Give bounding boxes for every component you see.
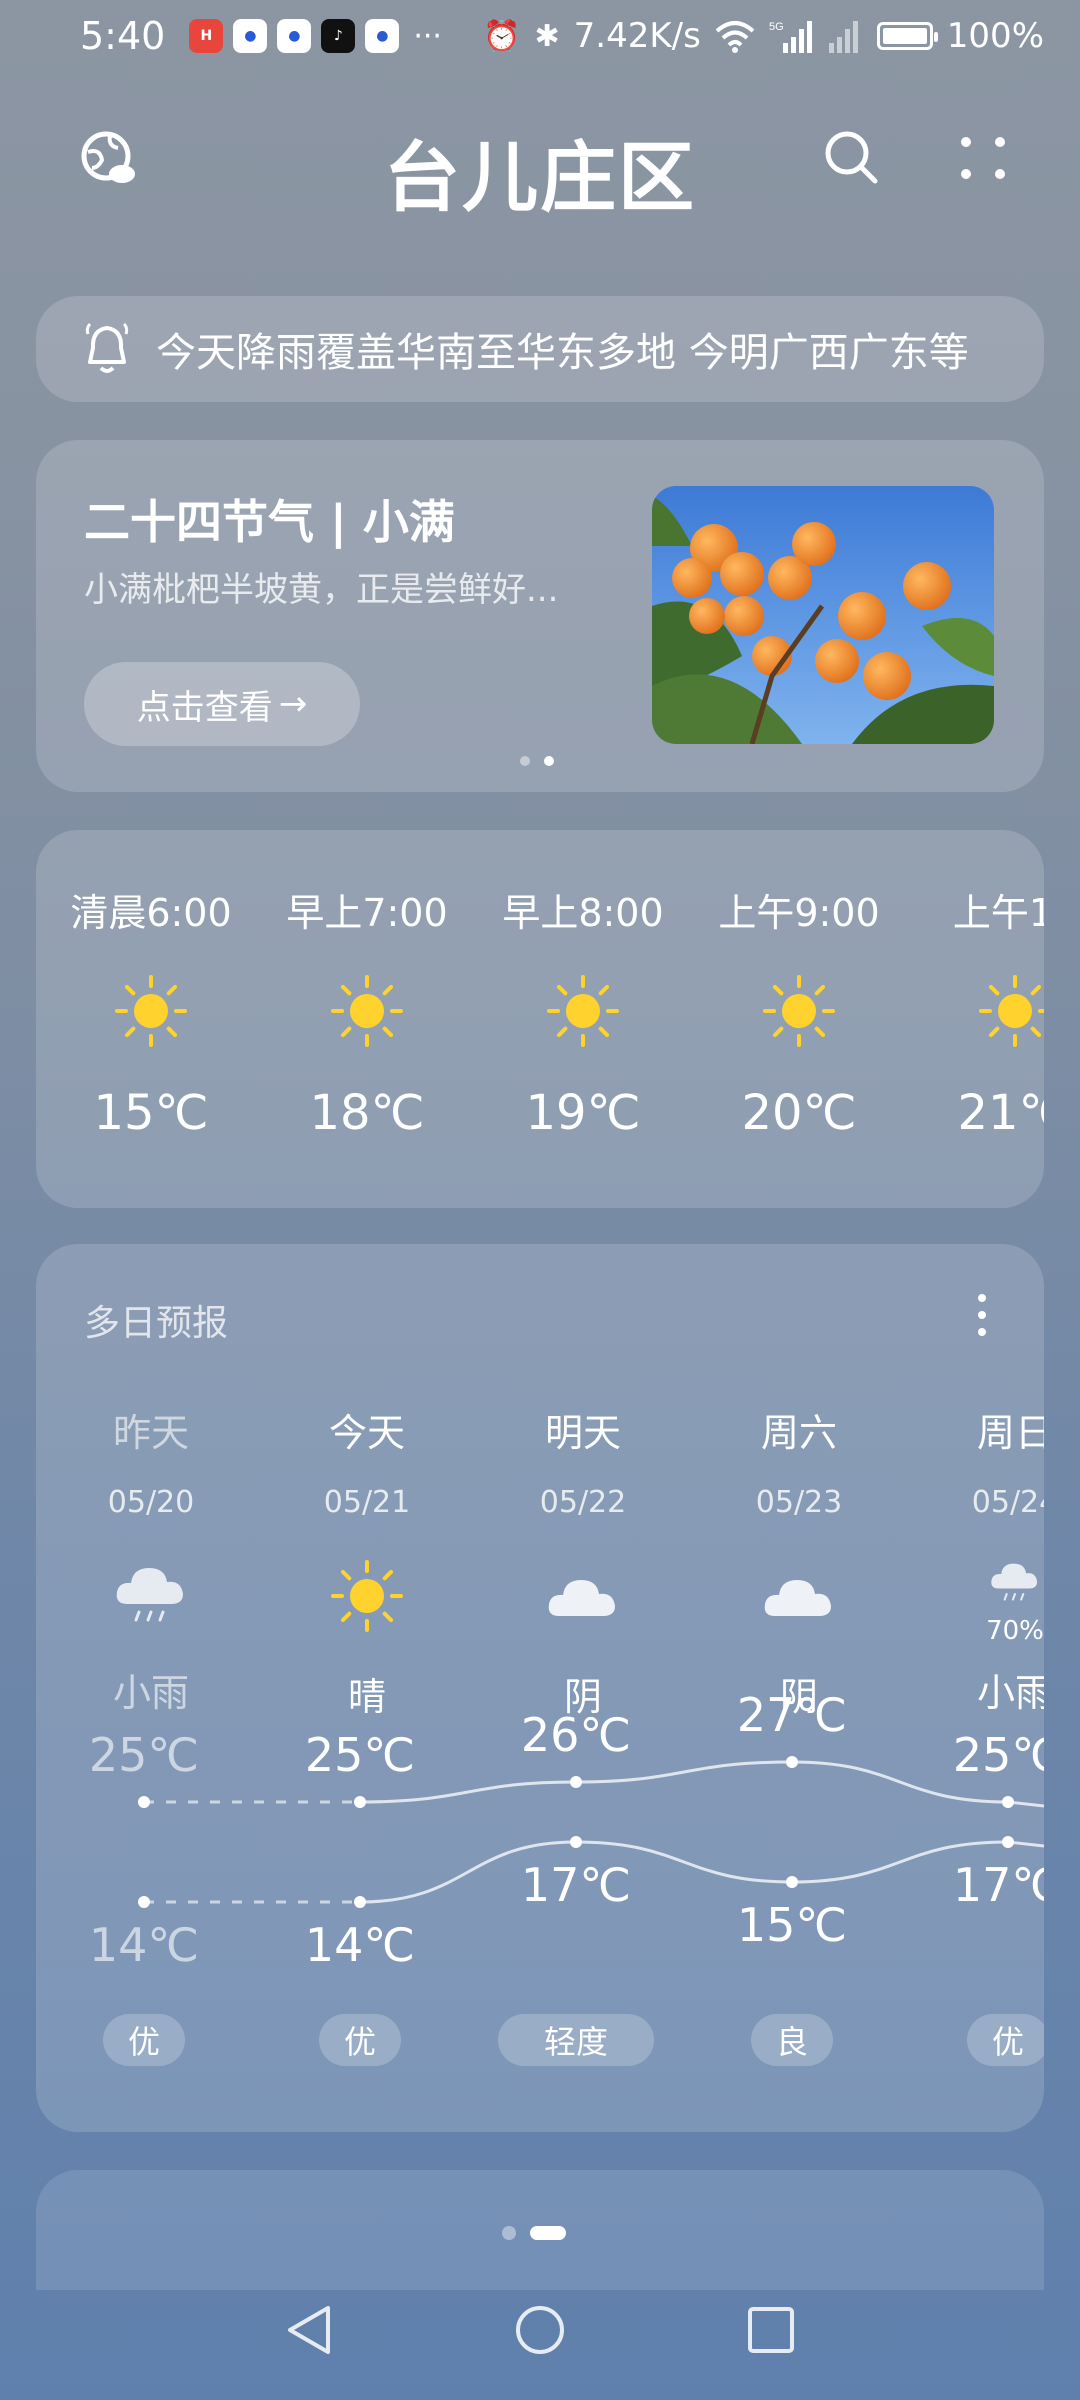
hour-item: 早上8:00 19℃ (483, 882, 683, 1141)
low-temp-point (786, 1876, 798, 1888)
tiktok-icon: ♪ (321, 19, 356, 53)
high-temp-point (354, 1796, 366, 1808)
low-temp-label: 14℃ (88, 1918, 200, 1972)
high-temp-label: 25℃ (88, 1728, 200, 1782)
sun-icon (331, 975, 403, 1047)
wifi-icon (715, 21, 755, 53)
aqi-badge: 优 (103, 2014, 185, 2066)
high-temp-label: 27℃ (736, 1688, 848, 1742)
view-details-label: 点击查看 (136, 687, 273, 728)
battery-percent: 100% (946, 16, 1044, 56)
weather-alert-ticker[interactable]: 今天降雨覆盖华南至华东多地 今明广西广东等 (36, 296, 1044, 402)
loquat-photo (652, 486, 994, 744)
status-bar: 5:40 H ● ● ♪ ● ··· ⏰ ✱ 7.42K/s 5G 100% (0, 0, 1080, 72)
hour-temp: 15℃ (93, 1085, 209, 1141)
hour-temp: 19℃ (525, 1085, 641, 1141)
battery-icon (876, 22, 938, 50)
hour-temp: 21℃ (957, 1085, 1045, 1141)
home-button[interactable] (516, 2306, 564, 2354)
hour-temp: 18℃ (309, 1085, 425, 1141)
view-details-button[interactable]: 点击查看 → (84, 662, 360, 746)
solar-term-subtitle: 小满枇杷半坡黄，正是尝鲜好... (84, 570, 559, 610)
solar-term-card[interactable]: 二十四节气 | 小满 小满枇杷半坡黄，正是尝鲜好... 点击查看 → (36, 440, 1044, 792)
arrow-right-icon: → (278, 684, 308, 724)
hour-item: 清晨6:00 15℃ (51, 882, 251, 1141)
high-temp-label: 25℃ (304, 1728, 416, 1782)
recents-button[interactable] (748, 2307, 794, 2353)
low-temp-label: 17℃ (952, 1858, 1044, 1912)
sun-icon (115, 975, 187, 1047)
low-temp-label: 14℃ (304, 1918, 416, 1972)
aqi-badge: 轻度 (498, 2014, 654, 2066)
low-temp-label: 15℃ (736, 1898, 848, 1952)
system-navigation-bar (288, 2306, 794, 2354)
page-dot-1 (502, 2226, 516, 2240)
baidu-paw-icon-2: ● (277, 19, 312, 53)
daily-forecast-card[interactable]: 多日预报 昨天 05/20 小雨 今天 05/21 晴 明天 05/22 阴 周… (36, 1244, 1044, 2132)
svg-text:5G: 5G (769, 21, 784, 33)
sun-icon (763, 975, 835, 1047)
carousel-dots (520, 756, 554, 766)
hour-time: 上午9:00 (718, 891, 880, 935)
aqi-badge: 良 (751, 2014, 833, 2066)
high-temp-point (786, 1756, 798, 1768)
bluetooth-icon: ✱ (534, 18, 560, 54)
alarm-icon: ⏰ (483, 18, 521, 54)
more-notifications-icon: ··· (413, 18, 442, 54)
page-indicator (502, 2226, 566, 2240)
hour-temp: 20℃ (741, 1085, 857, 1141)
aqi-badge: 优 (967, 2014, 1044, 2066)
hour-time: 早上7:00 (286, 891, 448, 935)
header: 台儿庄区 (0, 110, 1080, 222)
hourly-forecast-card[interactable]: 清晨6:00 15℃ 早上7:00 18℃ 早上8:00 19℃ 上午9:00 … (36, 830, 1044, 1208)
huawei-app-icon: H (189, 19, 224, 53)
hour-time: 早上8:00 (502, 891, 664, 935)
high-temp-label: 25℃ (952, 1728, 1044, 1782)
sun-icon (979, 975, 1044, 1047)
bell-icon (85, 322, 129, 373)
hour-item: 早上7:00 18℃ (267, 882, 467, 1141)
low-temp-point (138, 1896, 150, 1908)
hour-time: 上午10 (952, 891, 1044, 935)
baidu-paw-icon-3: ● (365, 19, 400, 53)
solar-term-title: 二十四节气 | 小满 (84, 495, 455, 549)
page-dot-2 (530, 2226, 566, 2240)
baidu-paw-icon: ● (233, 19, 268, 53)
low-temp-point (1002, 1836, 1014, 1848)
hour-item: 上午9:00 20℃ (699, 882, 899, 1141)
low-temp-label: 17℃ (520, 1858, 632, 1912)
signal-icon: 5G (769, 21, 812, 53)
back-button[interactable] (288, 2306, 330, 2354)
hour-item: 上午10 21℃ (915, 882, 1044, 1141)
sun-icon (547, 975, 619, 1047)
signal-icon-sim2 (828, 21, 858, 53)
low-temp-point (354, 1896, 366, 1908)
aqi-badge: 优 (319, 2014, 401, 2066)
low-temp-point (570, 1836, 582, 1848)
net-speed: 7.42K/s (573, 16, 701, 56)
high-temp-point (138, 1796, 150, 1808)
status-time: 5:40 (80, 14, 166, 58)
more-menu-icon[interactable] (958, 128, 1008, 188)
hour-time: 清晨6:00 (70, 891, 232, 935)
high-temp-point (570, 1776, 582, 1788)
alert-text: 今天降雨覆盖华南至华东多地 今明广西广东等 (156, 330, 969, 376)
temperature-trend-chart (138, 1756, 1044, 1908)
high-temp-label: 26℃ (520, 1708, 632, 1762)
high-temp-point (1002, 1796, 1014, 1808)
city-title[interactable]: 台儿庄区 (0, 116, 1080, 226)
search-icon[interactable] (822, 128, 882, 188)
